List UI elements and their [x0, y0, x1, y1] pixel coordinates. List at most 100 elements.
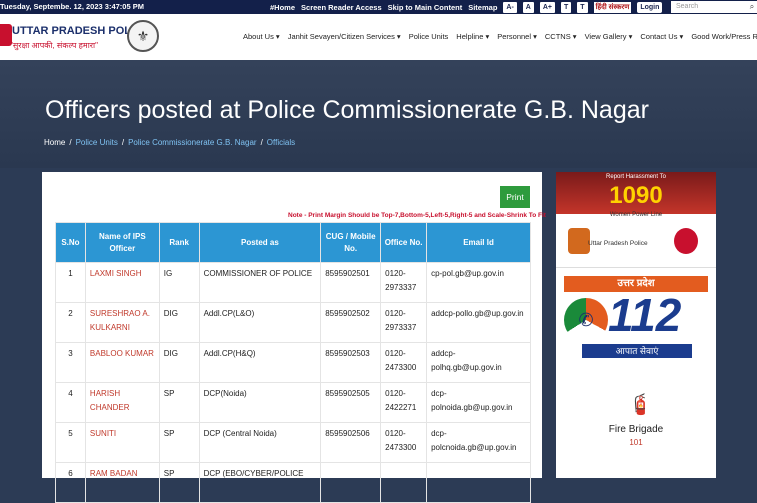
table-row: 6 RAM BADAN SP DCP (EBO/CYBER/POLICE	[55, 462, 531, 503]
helpline-sidebar: Report Harassment To 1090 Women Power Li…	[556, 172, 716, 478]
cell-posted: Addl.CP(L&O)	[198, 302, 322, 343]
cell-name[interactable]: SUNITI	[84, 422, 160, 463]
search-icon[interactable]: ⌕	[747, 1, 757, 13]
cell-cug: 8595902506	[320, 422, 382, 463]
breadcrumb-commissionerate[interactable]: Police Commissionerate G.B. Nagar	[128, 138, 257, 147]
nav-personnel[interactable]: Personnel ▾	[497, 32, 537, 41]
theme-button-2[interactable]: T	[577, 1, 588, 13]
cell-email: dcp-polcnoida.gb@up.gov.in	[426, 422, 531, 463]
table-row: 1 LAXMI SINGH IG COMMISSIONER OF POLICE …	[55, 262, 531, 303]
cell-name[interactable]: SURESHRAO A. KULKARNI	[84, 302, 160, 343]
nav-about-us[interactable]: About Us ▾	[243, 32, 280, 41]
site-header: UTTAR PRADESH POLICE "सुरक्षा आपकी, संकल…	[0, 14, 757, 60]
nav-good-work[interactable]: Good Work/Press Releas	[691, 32, 757, 41]
cell-rank: SP	[158, 462, 200, 503]
cell-posted: DCP (EBO/CYBER/POLICE	[198, 462, 322, 503]
font-decrease-button[interactable]: A-	[503, 1, 517, 13]
phone-icon: ✆	[564, 298, 608, 342]
banner-112-service: आपात सेवाएं	[582, 344, 692, 358]
cell-name[interactable]: LAXMI SINGH	[84, 262, 160, 303]
cell-cug: 8595902503	[320, 342, 382, 383]
cell-sno: 4	[55, 382, 86, 423]
search-input[interactable]: Search	[671, 1, 747, 13]
top-links: #Home Screen Reader Access Skip to Main …	[270, 0, 663, 14]
login-button[interactable]: Login	[637, 1, 663, 13]
col-office: Office No.	[380, 222, 428, 263]
cell-name[interactable]: RAM BADAN	[84, 462, 160, 503]
fire-extinguisher-icon: 🧯	[628, 394, 653, 416]
nav-citizen-services[interactable]: Janhit Sevayen/Citizen Services ▾	[288, 32, 401, 41]
cell-office: 0120-2973337	[380, 262, 428, 303]
cell-rank: IG	[158, 262, 200, 303]
cell-office: 0120-2422271	[380, 382, 428, 423]
cell-email: dcp-polnoida.gb@up.gov.in	[426, 382, 531, 423]
page-title: Officers posted at Police Commissionerat…	[45, 96, 649, 124]
col-sno: S.No	[55, 222, 86, 263]
screen-reader-link[interactable]: Screen Reader Access	[301, 3, 382, 12]
sitemap-link[interactable]: Sitemap	[468, 3, 497, 12]
top-utility-bar: Tuesday, Septembe. 12, 2023 3:47:05 PM #…	[0, 0, 757, 14]
breadcrumb-separator: /	[69, 138, 72, 147]
nav-view-gallery[interactable]: View Gallery ▾	[585, 32, 633, 41]
cell-posted: DCP (Central Noida)	[198, 422, 322, 463]
home-link[interactable]: #Home	[270, 3, 295, 12]
nav-helpline[interactable]: Helpline ▾	[456, 32, 489, 41]
cell-email: cp-pol.gb@up.gov.in	[426, 262, 531, 303]
col-cug: CUG / Mobile No.	[320, 222, 382, 263]
cell-posted: COMMISSIONER OF POLICE	[198, 262, 322, 303]
banner-112-number: 112	[608, 289, 682, 341]
skip-to-main-link[interactable]: Skip to Main Content	[388, 3, 463, 12]
cell-sno: 5	[55, 422, 86, 463]
table-row: 5 SUNITI SP DCP (Central Noida) 85959025…	[55, 422, 531, 463]
breadcrumb-police-units[interactable]: Police Units	[76, 138, 118, 147]
banner-1090-number: 1090	[609, 182, 663, 209]
site-tagline: "सुरक्षा आपकी, संकल्प हमारा"	[10, 41, 98, 50]
fire-brigade-card[interactable]: 🧯 Fire Brigade 101	[556, 372, 716, 478]
breadcrumb-separator: /	[121, 138, 125, 147]
cell-rank: DIG	[158, 342, 200, 383]
cell-email	[426, 462, 531, 503]
font-increase-button[interactable]: A+	[539, 1, 556, 13]
cell-cug: 8595902501	[320, 262, 382, 303]
breadcrumb-officials[interactable]: Officials	[267, 138, 295, 147]
main-nav: About Us ▾ Janhit Sevayen/Citizen Servic…	[243, 32, 757, 41]
col-rank: Rank	[158, 222, 200, 263]
nav-police-units[interactable]: Police Units	[409, 32, 449, 41]
officers-panel: Print Note - Print Margin Should be Top-…	[42, 172, 546, 503]
officers-table: S.No Name of IPS Officer Rank Posted as …	[55, 222, 531, 503]
cell-office: 0120-2973337	[380, 302, 428, 343]
cell-name[interactable]: BABLOO KUMAR	[84, 342, 160, 383]
font-normal-button[interactable]: A	[522, 1, 534, 13]
cell-rank: SP	[158, 422, 200, 463]
cell-office: 0120-2473300	[380, 422, 428, 463]
breadcrumb-separator: /	[260, 138, 263, 147]
banner-1090-sub: Women Power Line	[609, 212, 663, 218]
print-button[interactable]: Print	[500, 186, 530, 208]
cell-office: 0120-2473300	[380, 342, 428, 383]
banner-1090[interactable]: Report Harassment To 1090 Women Power Li…	[556, 172, 716, 268]
cell-office	[380, 462, 428, 503]
cell-posted: Addl.CP(H&Q)	[198, 342, 322, 383]
col-posted-as: Posted as	[198, 222, 322, 263]
cell-sno: 2	[55, 302, 86, 343]
cell-sno: 3	[55, 342, 86, 383]
banner-1090-org: Uttar Pradesh Police	[588, 240, 648, 247]
nav-contact-us[interactable]: Contact Us ▾	[640, 32, 683, 41]
cell-sno: 1	[55, 262, 86, 303]
background-strip	[716, 172, 757, 478]
col-name: Name of IPS Officer	[84, 222, 160, 263]
cell-rank: DIG	[158, 302, 200, 343]
cell-cug: 8595902502	[320, 302, 382, 343]
theme-button-1[interactable]: T	[561, 1, 572, 13]
nav-cctns[interactable]: CCTNS ▾	[545, 32, 577, 41]
cell-posted: DCP(Noida)	[198, 382, 322, 423]
fire-brigade-number: 101	[629, 438, 643, 447]
up-police-seal-icon	[674, 228, 698, 254]
hindi-version-button[interactable]: हिंदी संस्करण	[593, 1, 632, 13]
cell-name[interactable]: HARISH CHANDER	[84, 382, 160, 423]
print-note: Note - Print Margin Should be Top-7,Bott…	[288, 212, 546, 219]
page-banner: Officers posted at Police Commissionerat…	[0, 60, 757, 168]
cell-sno: 6	[55, 462, 86, 503]
banner-112[interactable]: उत्तर प्रदेश ✆ 112 आपात सेवाएं	[556, 274, 716, 370]
breadcrumb-home[interactable]: Home	[44, 138, 65, 147]
